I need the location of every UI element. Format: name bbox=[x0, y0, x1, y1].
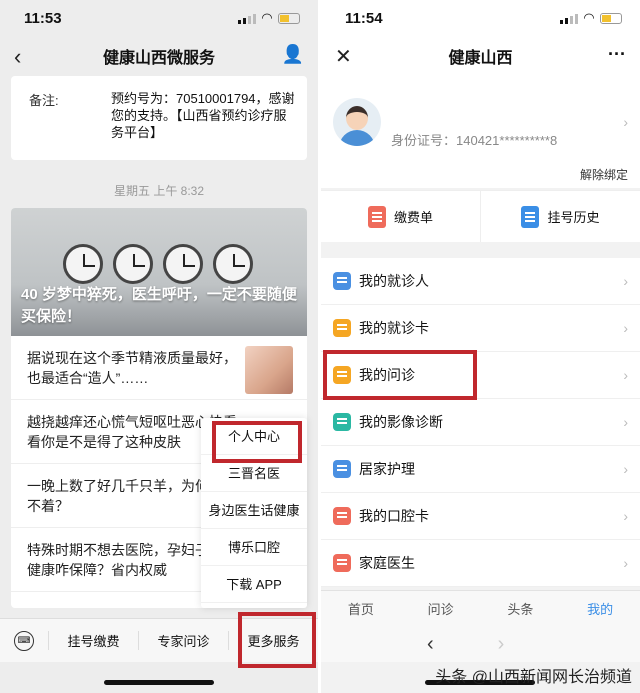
status-bar: 11:54 ◠ bbox=[321, 0, 640, 36]
chevron-right-icon: › bbox=[623, 414, 628, 430]
highlight-box bbox=[238, 612, 316, 668]
tab-consult[interactable]: 问诊 bbox=[401, 599, 481, 618]
menu-row-label: 我的就诊人 bbox=[359, 273, 429, 289]
hero-title: 40 岁梦中猝死，医生呼吁，一定不要随便买保险！ bbox=[21, 286, 297, 325]
status-bar: 11:53 ◠ bbox=[0, 0, 318, 36]
battery-icon bbox=[600, 12, 622, 24]
chevron-right-icon: › bbox=[623, 320, 628, 336]
article-item[interactable]: 据说现在这个季节精液质量最好，也最适合“造人”…… bbox=[11, 336, 307, 400]
home-indicator bbox=[104, 680, 214, 685]
keyboard-icon[interactable]: ⌨ bbox=[0, 630, 48, 651]
registration-history-label: 挂号历史 bbox=[547, 210, 600, 225]
payment-bill-button[interactable]: 缴费单 bbox=[321, 191, 480, 242]
tab-home[interactable]: 首页 bbox=[321, 599, 401, 618]
unbind-button[interactable]: 解除绑定 bbox=[580, 166, 628, 183]
more-icon[interactable]: ··· bbox=[608, 44, 626, 65]
chevron-right-icon: › bbox=[623, 114, 628, 130]
menu-row-patients[interactable]: 我的就诊人 › bbox=[321, 258, 640, 305]
clock-icon bbox=[113, 244, 153, 284]
message-key: 备注: bbox=[29, 93, 59, 108]
menu-expert-consult[interactable]: 专家问诊 bbox=[138, 631, 228, 650]
nav-bar: ✕ 健康山西 ··· bbox=[321, 36, 640, 76]
page-title: 健康山西微服务 bbox=[102, 50, 215, 67]
profile-icon[interactable]: 👤 bbox=[282, 44, 304, 65]
bill-icon bbox=[367, 205, 386, 228]
home-care-icon bbox=[333, 460, 351, 478]
status-icons: ◠ bbox=[238, 10, 300, 26]
back-arrow-icon[interactable]: ‹ bbox=[427, 633, 434, 656]
chevron-right-icon: › bbox=[623, 555, 628, 571]
payment-bill-label: 缴费单 bbox=[393, 210, 433, 225]
page-title: 健康山西 bbox=[448, 50, 513, 67]
id-number: 身份证号：140421**********8 bbox=[391, 133, 558, 148]
clock-icon bbox=[163, 244, 203, 284]
menu-row-cards[interactable]: 我的就诊卡 › bbox=[321, 305, 640, 352]
browser-nav: ‹ › bbox=[321, 626, 640, 662]
close-icon[interactable]: ✕ bbox=[335, 44, 352, 69]
message-card: 备注: 预约号为：70510001794，感谢您的支持。【山西省预约诊疗服务平台… bbox=[11, 76, 307, 160]
forward-arrow-icon[interactable]: › bbox=[498, 633, 505, 656]
hero-article[interactable]: 40 岁梦中猝死，医生呼吁，一定不要随便买保险！ bbox=[11, 208, 307, 336]
registration-history-button[interactable]: 挂号历史 bbox=[480, 191, 640, 242]
menu-row-label: 我的口腔卡 bbox=[359, 508, 429, 524]
menu-row-label: 我的就诊卡 bbox=[359, 320, 429, 336]
right-phone-screen: 11:54 ◠ ✕ 健康山西 ··· 身份证号：140421**********… bbox=[321, 0, 640, 693]
family-doctor-icon bbox=[333, 554, 351, 572]
signal-icon bbox=[560, 13, 578, 24]
article-title: 据说现在这个季节精液质量最好，也最适合“造人”…… bbox=[27, 350, 237, 386]
chevron-right-icon: › bbox=[623, 367, 628, 383]
quick-actions: 缴费单 挂号历史 bbox=[321, 190, 640, 242]
chat-timestamp: 星期五 上午 8:32 bbox=[113, 184, 205, 198]
battery-icon bbox=[278, 12, 300, 24]
left-phone-screen: 11:53 ◠ ‹ 健康山西微服务 👤 备注: 预约号为：70510001794… bbox=[0, 0, 318, 693]
highlight-box bbox=[212, 421, 302, 463]
nav-bar: ‹ 健康山西微服务 👤 bbox=[0, 36, 318, 76]
menu-item-dental[interactable]: 博乐口腔 bbox=[201, 529, 307, 566]
patient-icon bbox=[333, 272, 351, 290]
clocks-image bbox=[63, 244, 253, 284]
wifi-icon: ◠ bbox=[584, 10, 594, 25]
menu-register-pay[interactable]: 挂号缴费 bbox=[48, 631, 138, 650]
menu-list: 我的就诊人 › 我的就诊卡 › 我的问诊 › 我的影像诊断 › 居家护理 › 我… bbox=[321, 258, 640, 587]
watermark: 头条 @山西新闻网长治频道 bbox=[435, 669, 632, 686]
status-icons: ◠ bbox=[560, 10, 622, 26]
tab-mine[interactable]: 我的 bbox=[560, 599, 640, 618]
menu-item-download-app[interactable]: 下载 APP bbox=[201, 566, 307, 603]
chevron-right-icon: › bbox=[623, 273, 628, 289]
tab-headlines[interactable]: 头条 bbox=[481, 599, 561, 618]
menu-row-label: 家庭医生 bbox=[359, 555, 415, 571]
profile-card[interactable]: 身份证号：140421**********8 › 解除绑定 bbox=[321, 76, 640, 188]
dental-card-icon bbox=[333, 507, 351, 525]
wifi-icon: ◠ bbox=[262, 10, 272, 25]
clock-icon bbox=[63, 244, 103, 284]
image-diagnosis-icon bbox=[333, 413, 351, 431]
article-thumbnail bbox=[245, 346, 293, 394]
status-time: 11:53 bbox=[24, 9, 62, 27]
menu-row-home-care[interactable]: 居家护理 › bbox=[321, 446, 640, 493]
chevron-right-icon: › bbox=[623, 508, 628, 524]
avatar bbox=[333, 98, 381, 146]
message-row: 备注: 预约号为：70510001794，感谢您的支持。【山西省预约诊疗服务平台… bbox=[29, 90, 295, 141]
menu-row-label: 居家护理 bbox=[359, 461, 415, 477]
menu-row-dental-card[interactable]: 我的口腔卡 › bbox=[321, 493, 640, 540]
highlight-box bbox=[323, 350, 477, 400]
menu-item-doctor-talks[interactable]: 身边医生话健康 bbox=[201, 492, 307, 529]
menu-row-imaging[interactable]: 我的影像诊断 › bbox=[321, 399, 640, 446]
menu-row-family-doctor[interactable]: 家庭医生 › bbox=[321, 540, 640, 587]
message-value: 预约号为：70510001794，感谢您的支持。【山西省预约诊疗服务平台】 bbox=[111, 91, 295, 140]
chevron-right-icon: › bbox=[623, 461, 628, 477]
card-icon bbox=[333, 319, 351, 337]
back-icon[interactable]: ‹ bbox=[14, 44, 21, 70]
tab-bar: 首页 问诊 头条 我的 bbox=[321, 590, 640, 626]
clock-icon bbox=[213, 244, 253, 284]
signal-icon bbox=[238, 13, 256, 24]
status-time: 11:54 bbox=[345, 9, 383, 27]
history-icon bbox=[521, 205, 540, 228]
menu-row-label: 我的影像诊断 bbox=[359, 414, 443, 430]
